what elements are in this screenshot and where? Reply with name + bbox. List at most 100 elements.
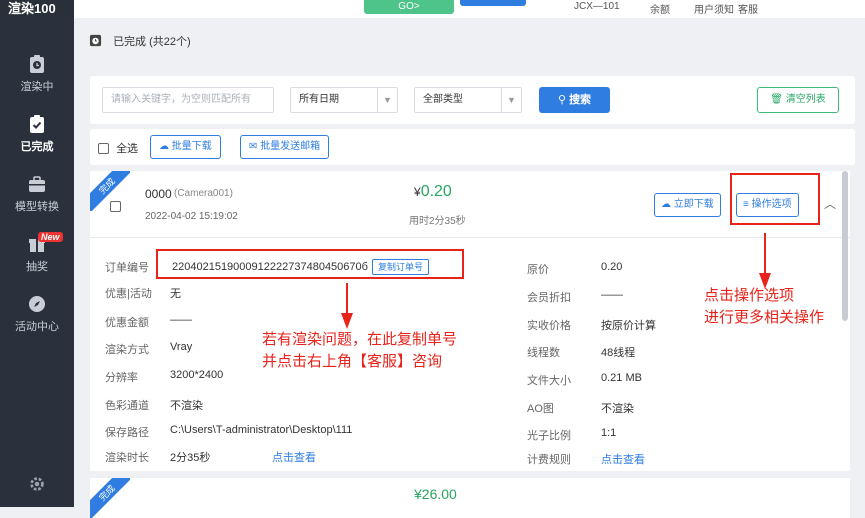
field-label: 分辨率 bbox=[105, 372, 138, 384]
field-value: —— bbox=[170, 314, 192, 326]
field-value: 3200*2400 bbox=[170, 369, 224, 381]
sidebar-item-activity[interactable]: 活动中心 bbox=[0, 294, 74, 350]
field-label: 光子比例 bbox=[527, 430, 571, 442]
top-bar: GO> JCX—101 余额 用户须知 客服 bbox=[74, 0, 865, 18]
main-content: 已完成 (共22个) 请输入关键字，为空则匹配所有 所有日期 ▼ 全部类型 ▼ … bbox=[74, 18, 865, 518]
view-link[interactable]: 点击查看 bbox=[272, 449, 316, 465]
scrollbar[interactable] bbox=[842, 171, 848, 321]
select-all-label: 全选 bbox=[116, 143, 139, 155]
recharge-button[interactable] bbox=[460, 0, 526, 6]
status-ribbon: 完成 bbox=[90, 478, 130, 518]
annotation-options: 点击操作选项 进行更多相关操作 bbox=[704, 285, 824, 329]
arrow-down-icon bbox=[341, 283, 353, 329]
clear-list-button[interactable]: 🗑 清空列表 bbox=[757, 87, 839, 113]
mail-icon: ✉ bbox=[249, 141, 258, 152]
date-select[interactable]: 所有日期 ▼ bbox=[290, 87, 398, 113]
price-value: 0.20 bbox=[420, 183, 452, 200]
field-label: 计费规则 bbox=[527, 454, 571, 466]
type-select[interactable]: 全部类型 ▼ bbox=[414, 87, 522, 113]
user-notice-link[interactable]: 用户须知 bbox=[694, 1, 734, 16]
sidebar-item-completed[interactable]: 已完成 bbox=[0, 114, 74, 170]
field-label: 订单编号 bbox=[105, 262, 149, 274]
camera-name: (Camera001) bbox=[174, 188, 233, 199]
field-label: 线程数 bbox=[527, 347, 560, 359]
batch-download-button[interactable]: ☁ 批量下载 bbox=[150, 135, 221, 159]
sidebar-item-lottery[interactable]: New 抽奖 bbox=[0, 232, 74, 290]
annotation-line: 并点击右上角【客服】咨询 bbox=[262, 353, 443, 370]
type-select-value: 全部类型 bbox=[423, 94, 463, 105]
new-badge: New bbox=[38, 232, 63, 242]
select-all-checkbox[interactable]: 全选 bbox=[98, 140, 138, 156]
go-button[interactable]: GO> bbox=[364, 0, 454, 14]
annotation-line: 若有渲染问题，在此复制单号 bbox=[262, 331, 458, 348]
field-label: 文件大小 bbox=[527, 375, 571, 387]
sidebar-item-label: 模型转换 bbox=[15, 201, 59, 213]
order-name: 0000 bbox=[145, 187, 172, 201]
field-label: 原价 bbox=[527, 264, 549, 276]
account-name: JCX—101 bbox=[574, 1, 620, 12]
clear-list-label: 清空列表 bbox=[785, 94, 826, 105]
collapse-chevron-icon[interactable]: ︿ bbox=[824, 195, 836, 212]
order-card-next: 完成 ¥26.00 bbox=[90, 478, 850, 518]
search-button[interactable]: ⚲ 搜索 bbox=[539, 87, 610, 113]
field-value: 不渲染 bbox=[601, 403, 634, 415]
field-label: 渲染时长 bbox=[105, 452, 149, 464]
customer-service-link[interactable]: 客服 bbox=[738, 1, 758, 16]
annotation-line: 进行更多相关操作 bbox=[704, 309, 825, 326]
order-price: ¥0.20 bbox=[414, 183, 452, 201]
cloud-download-icon: ☁ bbox=[661, 199, 671, 210]
briefcase-icon bbox=[29, 176, 45, 192]
sidebar-item-label: 已完成 bbox=[20, 141, 54, 153]
billing-rule-link[interactable]: 点击查看 bbox=[601, 451, 645, 467]
order-card: 完成 0000 (Camera001) 2022-04-02 15:19:02 … bbox=[90, 171, 850, 471]
filter-bar: 请输入关键字，为空则匹配所有 所有日期 ▼ 全部类型 ▼ ⚲ 搜索 🗑 清空列表 bbox=[90, 76, 855, 124]
field-value: —— bbox=[601, 289, 623, 301]
field-label: 会员折扣 bbox=[527, 292, 571, 304]
order-checkbox[interactable] bbox=[110, 201, 121, 212]
search-input[interactable]: 请输入关键字，为空则匹配所有 bbox=[102, 87, 274, 113]
trash-icon: 🗑 bbox=[770, 94, 783, 105]
annotation-line: 点击操作选项 bbox=[704, 287, 795, 304]
field-value: 2分35秒 bbox=[170, 452, 211, 464]
sidebar-item-rendering[interactable]: 渲染中 bbox=[0, 54, 74, 110]
save-path: C:\Users\T-administrator\Desktop\111 bbox=[170, 424, 353, 436]
clipboard-check-icon bbox=[30, 115, 44, 133]
batch-email-button[interactable]: ✉ 批量发送邮箱 bbox=[240, 135, 330, 159]
download-now-button[interactable]: ☁ 立即下载 bbox=[654, 193, 721, 217]
order-datetime: 2022-04-02 15:19:02 bbox=[145, 211, 238, 222]
field-value: 48线程 bbox=[601, 347, 636, 359]
field-value: 0.20 bbox=[601, 261, 623, 273]
gear-icon[interactable] bbox=[28, 475, 46, 493]
cloud-download-icon: ☁ bbox=[159, 141, 169, 152]
field-value: 无 bbox=[170, 288, 181, 300]
field-value: 1:1 bbox=[601, 427, 617, 439]
order-price: ¥26.00 bbox=[414, 486, 457, 502]
compass-icon bbox=[29, 296, 45, 312]
checkbox[interactable] bbox=[98, 143, 109, 154]
balance-label: 余额 bbox=[650, 5, 670, 16]
field-value: 按原价计算 bbox=[601, 320, 656, 332]
field-label: 优惠|活动 bbox=[105, 288, 152, 300]
price-symbol: ¥ bbox=[414, 185, 421, 199]
highlight-box-order bbox=[156, 249, 464, 279]
sidebar: 渲染100 渲染中 已完成 模型转换 New 抽奖 活动中心 bbox=[0, 0, 74, 507]
field-label: 色彩通道 bbox=[105, 400, 149, 412]
sidebar-item-model-convert[interactable]: 模型转换 bbox=[0, 174, 74, 230]
field-label: 保存路径 bbox=[105, 427, 149, 439]
chevron-down-icon: ▼ bbox=[377, 88, 397, 112]
status-ribbon-text: 完成 bbox=[90, 478, 130, 518]
field-label: 渲染方式 bbox=[105, 344, 149, 356]
field-label: AO图 bbox=[527, 403, 554, 415]
page-title-text: 已完成 (共22个) bbox=[113, 36, 191, 48]
sidebar-item-label: 抽奖 bbox=[26, 261, 48, 273]
field-value: 0.21 MB bbox=[601, 372, 642, 384]
clipboard-clock-icon bbox=[30, 55, 44, 73]
batch-email-label: 批量发送邮箱 bbox=[260, 141, 321, 152]
field-value: 不渲染 bbox=[170, 400, 203, 412]
search-icon: ⚲ bbox=[557, 94, 566, 106]
search-button-label: 搜索 bbox=[569, 94, 592, 106]
annotation-copy-order: 若有渲染问题，在此复制单号 并点击右上角【客服】咨询 bbox=[262, 329, 457, 373]
chevron-down-icon: ▼ bbox=[501, 88, 521, 112]
batch-download-label: 批量下载 bbox=[171, 141, 212, 152]
field-value: Vray bbox=[170, 341, 193, 353]
